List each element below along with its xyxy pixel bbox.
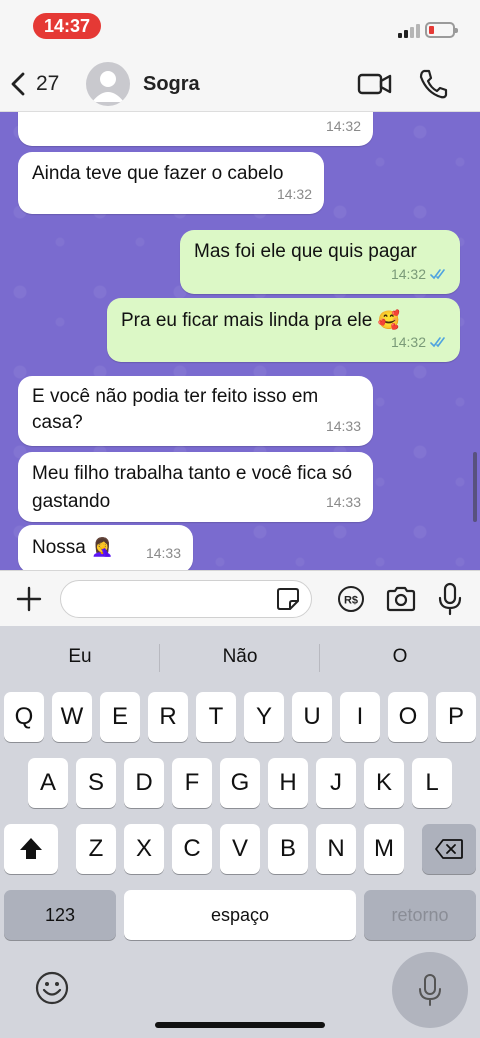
key-q[interactable]: Q — [4, 692, 44, 742]
chat-messages[interactable]: 14:32 Ainda teve que fazer o cabelo 14:3… — [0, 112, 480, 570]
key-a[interactable]: A — [28, 758, 68, 808]
key-y[interactable]: Y — [244, 692, 284, 742]
key-l[interactable]: L — [412, 758, 452, 808]
key-t[interactable]: T — [196, 692, 236, 742]
read-ticks-icon — [430, 337, 445, 348]
microphone-icon[interactable] — [437, 582, 463, 616]
key-k[interactable]: K — [364, 758, 404, 808]
message-text: Pra eu ficar mais linda pra ele — [121, 310, 373, 331]
backspace-key[interactable] — [422, 824, 476, 874]
unread-count: 27 — [36, 72, 60, 95]
chat-scrollbar[interactable] — [473, 452, 477, 522]
key-g[interactable]: G — [220, 758, 260, 808]
home-indicator — [155, 1022, 325, 1028]
shift-icon — [20, 838, 42, 859]
numbers-key[interactable]: 123 — [4, 890, 116, 940]
message-bubble-outgoing[interactable]: Mas foi ele que quis pagar 14:32 — [180, 230, 460, 294]
message-time: 14:33 — [325, 418, 361, 434]
key-s[interactable]: S — [76, 758, 116, 808]
key-z[interactable]: Z — [76, 824, 116, 874]
message-bubble-incoming[interactable]: 14:32 — [18, 112, 373, 146]
message-bubble-incoming[interactable]: Nossa 🤦‍♀️ 14:33 — [18, 525, 193, 570]
camera-icon[interactable] — [385, 584, 417, 614]
avatar-icon — [92, 71, 124, 102]
chat-header: 27 Sogra — [0, 56, 480, 112]
back-button[interactable]: 27 — [8, 66, 59, 102]
message-text: Nossa — [32, 537, 86, 558]
suggestion-item[interactable]: Não — [160, 626, 320, 688]
emoji-icon[interactable] — [34, 970, 70, 1006]
message-time: 14:32 — [391, 328, 448, 356]
key-j[interactable]: J — [316, 758, 356, 808]
phone-icon[interactable] — [418, 68, 448, 100]
back-chevron-icon — [11, 72, 25, 96]
battery-icon — [425, 22, 458, 38]
key-r[interactable]: R — [148, 692, 188, 742]
backspace-icon — [435, 839, 463, 859]
space-key[interactable]: espaço — [124, 890, 356, 940]
contact-name[interactable]: Sogra — [143, 73, 200, 96]
key-i[interactable]: I — [340, 692, 380, 742]
key-p[interactable]: P — [436, 692, 476, 742]
plus-icon[interactable] — [14, 584, 44, 614]
dictation-button[interactable] — [392, 952, 468, 1028]
key-m[interactable]: M — [364, 824, 404, 874]
message-text: Ainda teve que fazer o cabelo — [32, 163, 284, 184]
message-time: 14:32 — [325, 118, 361, 134]
svg-text:R$: R$ — [344, 595, 358, 607]
suggestion-item[interactable]: O — [320, 626, 480, 688]
key-f[interactable]: F — [172, 758, 212, 808]
message-bubble-incoming[interactable]: Meu filho trabalha tanto e você fica só … — [18, 452, 373, 522]
key-d[interactable]: D — [124, 758, 164, 808]
suggestion-bar: Eu Não O — [0, 626, 480, 688]
key-n[interactable]: N — [316, 824, 356, 874]
key-h[interactable]: H — [268, 758, 308, 808]
key-x[interactable]: X — [124, 824, 164, 874]
message-time: 14:32 — [391, 260, 448, 288]
message-text: Meu filho trabalha tanto e você fica só … — [32, 463, 353, 512]
message-text: Mas foi ele que quis pagar — [194, 241, 417, 262]
key-b[interactable]: B — [268, 824, 308, 874]
signal-icon — [398, 22, 420, 38]
message-bubble-incoming[interactable]: E você não podia ter feito isso em casa?… — [18, 376, 373, 446]
status-time: 14:37 — [33, 13, 101, 39]
status-bar: 14:37 — [0, 0, 480, 56]
shift-key[interactable] — [4, 824, 58, 874]
key-u[interactable]: U — [292, 692, 332, 742]
emoji-facepalm: 🤦‍♀️ — [91, 537, 114, 557]
message-time: 14:33 — [145, 545, 181, 561]
microphone-icon — [419, 974, 441, 1006]
return-key[interactable]: retorno — [364, 890, 476, 940]
avatar[interactable] — [86, 62, 130, 106]
key-o[interactable]: O — [388, 692, 428, 742]
message-text: E você não podia ter feito isso em casa? — [32, 386, 319, 433]
key-w[interactable]: W — [52, 692, 92, 742]
video-call-icon[interactable] — [357, 70, 393, 98]
key-v[interactable]: V — [220, 824, 260, 874]
message-time: 14:33 — [325, 494, 361, 510]
keyboard: Eu Não O Q W E R T Y U I O P A S D F G H… — [0, 626, 480, 1038]
message-time: 14:32 — [276, 186, 312, 202]
pay-icon[interactable]: R$ — [337, 585, 365, 613]
key-c[interactable]: C — [172, 824, 212, 874]
read-ticks-icon — [430, 269, 445, 280]
suggestion-item[interactable]: Eu — [0, 626, 160, 688]
key-e[interactable]: E — [100, 692, 140, 742]
message-bubble-outgoing[interactable]: Pra eu ficar mais linda pra ele 🥰 14:32 — [107, 298, 460, 362]
message-composer: R$ — [0, 570, 480, 626]
message-bubble-incoming[interactable]: Ainda teve que fazer o cabelo 14:32 — [18, 152, 324, 214]
sticker-icon[interactable] — [275, 586, 301, 612]
